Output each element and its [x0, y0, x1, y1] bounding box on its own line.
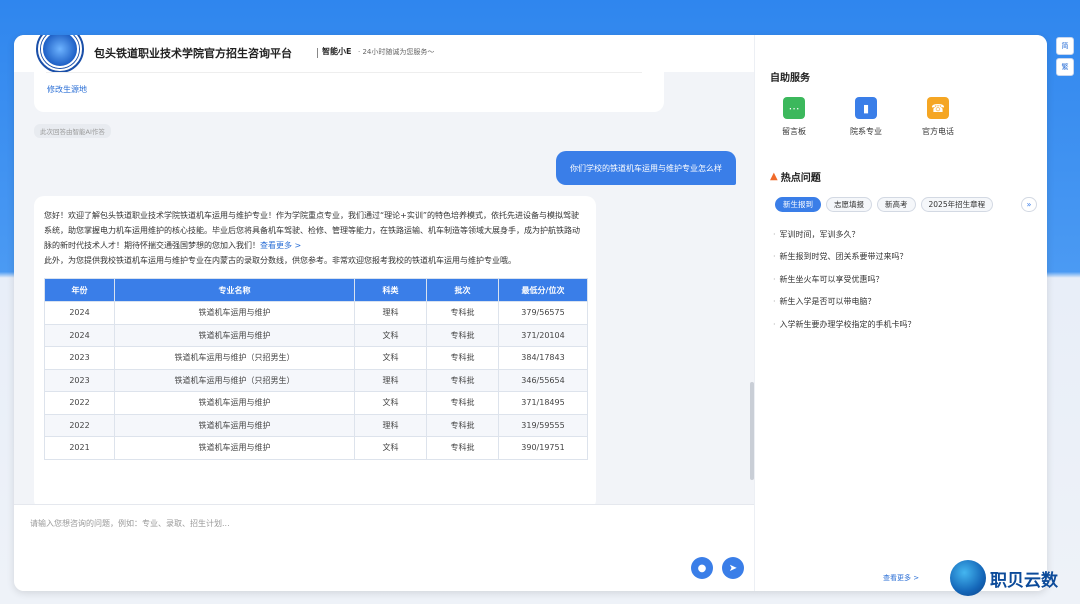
tab-application[interactable]: 志愿填报: [826, 197, 872, 212]
table-row: 2022 铁道机车运用与维护 文科 专科批 371/18495: [44, 391, 588, 415]
self-service-title: 自助服务: [770, 73, 810, 84]
col-major: 专业名称: [114, 278, 355, 302]
site-title: 包头铁道职业技术学院官方招生咨询平台: [94, 47, 292, 60]
col-year: 年份: [44, 278, 115, 302]
user-message: 你们学校的铁道机车运用与维护专业怎么样: [556, 151, 736, 185]
assistant-name: 智能小E: [322, 47, 352, 56]
table-row: 2021 铁道机车运用与维护 文科 专科批 390/19751: [44, 436, 588, 460]
flame-icon: ▲: [770, 171, 778, 182]
score-table: 年份 专业名称 科类 批次 最低分/位次 2024 铁道机车运用与维护 理科 专科批 3…: [44, 278, 588, 460]
col-min-score: 最低分/位次: [498, 278, 588, 302]
tabs-more-icon[interactable]: »: [1021, 197, 1037, 212]
edit-origin-link[interactable]: 修改生源地: [47, 84, 87, 95]
hot-question-list: 军训时间，军训多久？ 新生报到时党、团关系要带过来吗？ 新生坐火车可以享受优惠吗…: [773, 223, 916, 336]
table-row: 2023 铁道机车运用与维护（只招男生） 理科 专科批 346/55654: [44, 368, 588, 392]
table-row: 2024 铁道机车运用与维护 理科 专科批 379/56575: [44, 301, 588, 325]
chat-bubble-icon[interactable]: ●: [691, 557, 713, 579]
brand-logo-icon: [950, 560, 986, 596]
tab-new-gaokao[interactable]: 新高考: [877, 197, 916, 212]
brand-watermark: 职贝云数: [950, 560, 1058, 596]
tab-new-student[interactable]: 新生报到: [775, 197, 821, 212]
ai-answer-note: 此次回答由智能AI作答: [34, 124, 111, 138]
simplified-button[interactable]: 简: [1056, 37, 1074, 55]
list-item[interactable]: 新生入学是否可以带电脑？: [773, 291, 916, 314]
message-board-icon: ⋯: [783, 97, 805, 119]
language-switch: 简 繁: [1056, 37, 1074, 79]
answer-paragraph-2: 此外，为您提供我校铁道机车运用与维护专业在内蒙古的录取分数线，供您参考。非常欢迎…: [44, 256, 516, 265]
list-item[interactable]: 入学新生要办理学校指定的手机卡吗？: [773, 313, 916, 336]
input-area: ● ➤: [14, 504, 754, 591]
service-phone[interactable]: ☎ 官方电话: [913, 97, 963, 137]
send-icon[interactable]: ➤: [722, 557, 744, 579]
brand-name: 职贝云数: [990, 570, 1058, 591]
list-item[interactable]: 军训时间，军训多久？: [773, 223, 916, 246]
tab-2025-charter[interactable]: 2025年招生章程: [920, 197, 994, 212]
header: 包头铁道职业技术学院官方招生咨询平台 智能小E · 24小时随诚为您服务～: [14, 35, 754, 73]
see-more-link[interactable]: 查看更多 >: [883, 573, 919, 583]
chat-area[interactable]: 修改生源地 此次回答由智能AI作答 你们学校的铁道机车运用与维护专业怎么样 您好…: [14, 72, 754, 504]
header-divider: [317, 48, 318, 58]
answer-see-more-link[interactable]: 查看更多 >: [260, 241, 301, 250]
hot-questions-title: ▲ 热点问题: [770, 171, 821, 184]
col-batch: 批次: [426, 278, 499, 302]
app-window: 包头铁道职业技术学院官方招生咨询平台 智能小E · 24小时随诚为您服务～ 修改…: [14, 35, 1047, 591]
list-item[interactable]: 新生坐火车可以享受优惠吗？: [773, 268, 916, 291]
service-message-board[interactable]: ⋯ 留言板: [769, 97, 819, 137]
bot-answer: 您好！欢迎了解包头铁道职业技术学院铁道机车运用与维护专业！作为学院重点专业，我们…: [34, 196, 596, 504]
header-tagline: · 24小时随诚为您服务～: [358, 48, 435, 56]
phone-icon: ☎: [927, 97, 949, 119]
list-item[interactable]: 新生报到时党、团关系要带过来吗？: [773, 246, 916, 269]
table-row: 2024 铁道机车运用与维护 文科 专科批 371/20104: [44, 323, 588, 347]
col-category: 科类: [354, 278, 427, 302]
question-input[interactable]: [30, 513, 710, 533]
sidebar: 自助服务 ⋯ 留言板 ▮ 院系专业 ☎ 官方电话 ▲ 热点问题 新生报到 志愿填…: [754, 35, 1047, 591]
answer-paragraph: 您好！欢迎了解包头铁道职业技术学院铁道机车运用与维护专业！作为学院重点专业，我们…: [44, 211, 580, 250]
table-row: 2023 铁道机车运用与维护（只招男生） 文科 专科批 384/17843: [44, 346, 588, 370]
previous-answer-bubble: 修改生源地: [34, 72, 664, 112]
table-row: 2022 铁道机车运用与维护 理科 专科批 319/59555: [44, 413, 588, 437]
service-departments[interactable]: ▮ 院系专业: [841, 97, 891, 137]
traditional-button[interactable]: 繁: [1056, 58, 1074, 76]
hot-tabs: 新生报到 志愿填报 新高考 2025年招生章程: [775, 197, 994, 212]
school-logo: [36, 35, 84, 73]
book-icon: ▮: [855, 97, 877, 119]
